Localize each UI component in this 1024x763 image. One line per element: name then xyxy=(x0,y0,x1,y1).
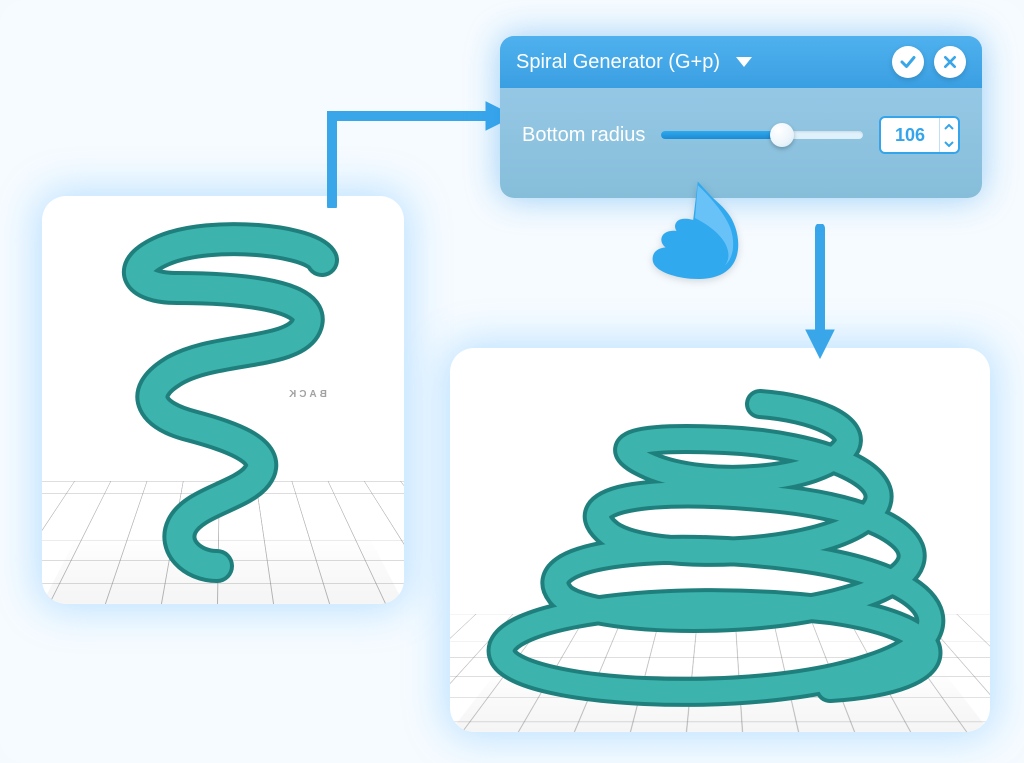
flow-arrow-to-result xyxy=(790,224,850,364)
diagram-stage: BACK BACK Spiral Generator (G+p) xyxy=(0,0,1024,763)
spiral-wide xyxy=(450,348,990,732)
spin-up-button[interactable] xyxy=(940,118,958,135)
flow-arrow-to-panel xyxy=(310,98,520,208)
bottom-radius-slider[interactable] xyxy=(661,124,863,146)
panel-body: Bottom radius xyxy=(500,88,982,198)
property-panel: Spiral Generator (G+p) Bottom radius xyxy=(500,36,982,198)
confirm-button[interactable] xyxy=(892,46,924,78)
spin-down-button[interactable] xyxy=(940,135,958,152)
bottom-radius-spinbox[interactable] xyxy=(879,116,960,154)
chevron-up-icon xyxy=(944,124,954,130)
close-icon xyxy=(942,54,958,70)
panel-title: Spiral Generator (G+p) xyxy=(516,51,720,74)
viewport-before: BACK xyxy=(42,196,404,604)
slider-fill xyxy=(661,131,782,139)
panel-header[interactable]: Spiral Generator (G+p) xyxy=(500,36,982,88)
spiral-narrow xyxy=(42,196,404,604)
chevron-down-icon xyxy=(944,141,954,147)
viewport-after: BACK xyxy=(450,348,990,732)
check-icon xyxy=(899,53,917,71)
property-label: Bottom radius xyxy=(522,123,645,147)
caret-down-icon xyxy=(736,57,752,67)
close-button[interactable] xyxy=(934,46,966,78)
bottom-radius-input[interactable] xyxy=(881,118,939,152)
slider-thumb[interactable] xyxy=(770,123,794,147)
